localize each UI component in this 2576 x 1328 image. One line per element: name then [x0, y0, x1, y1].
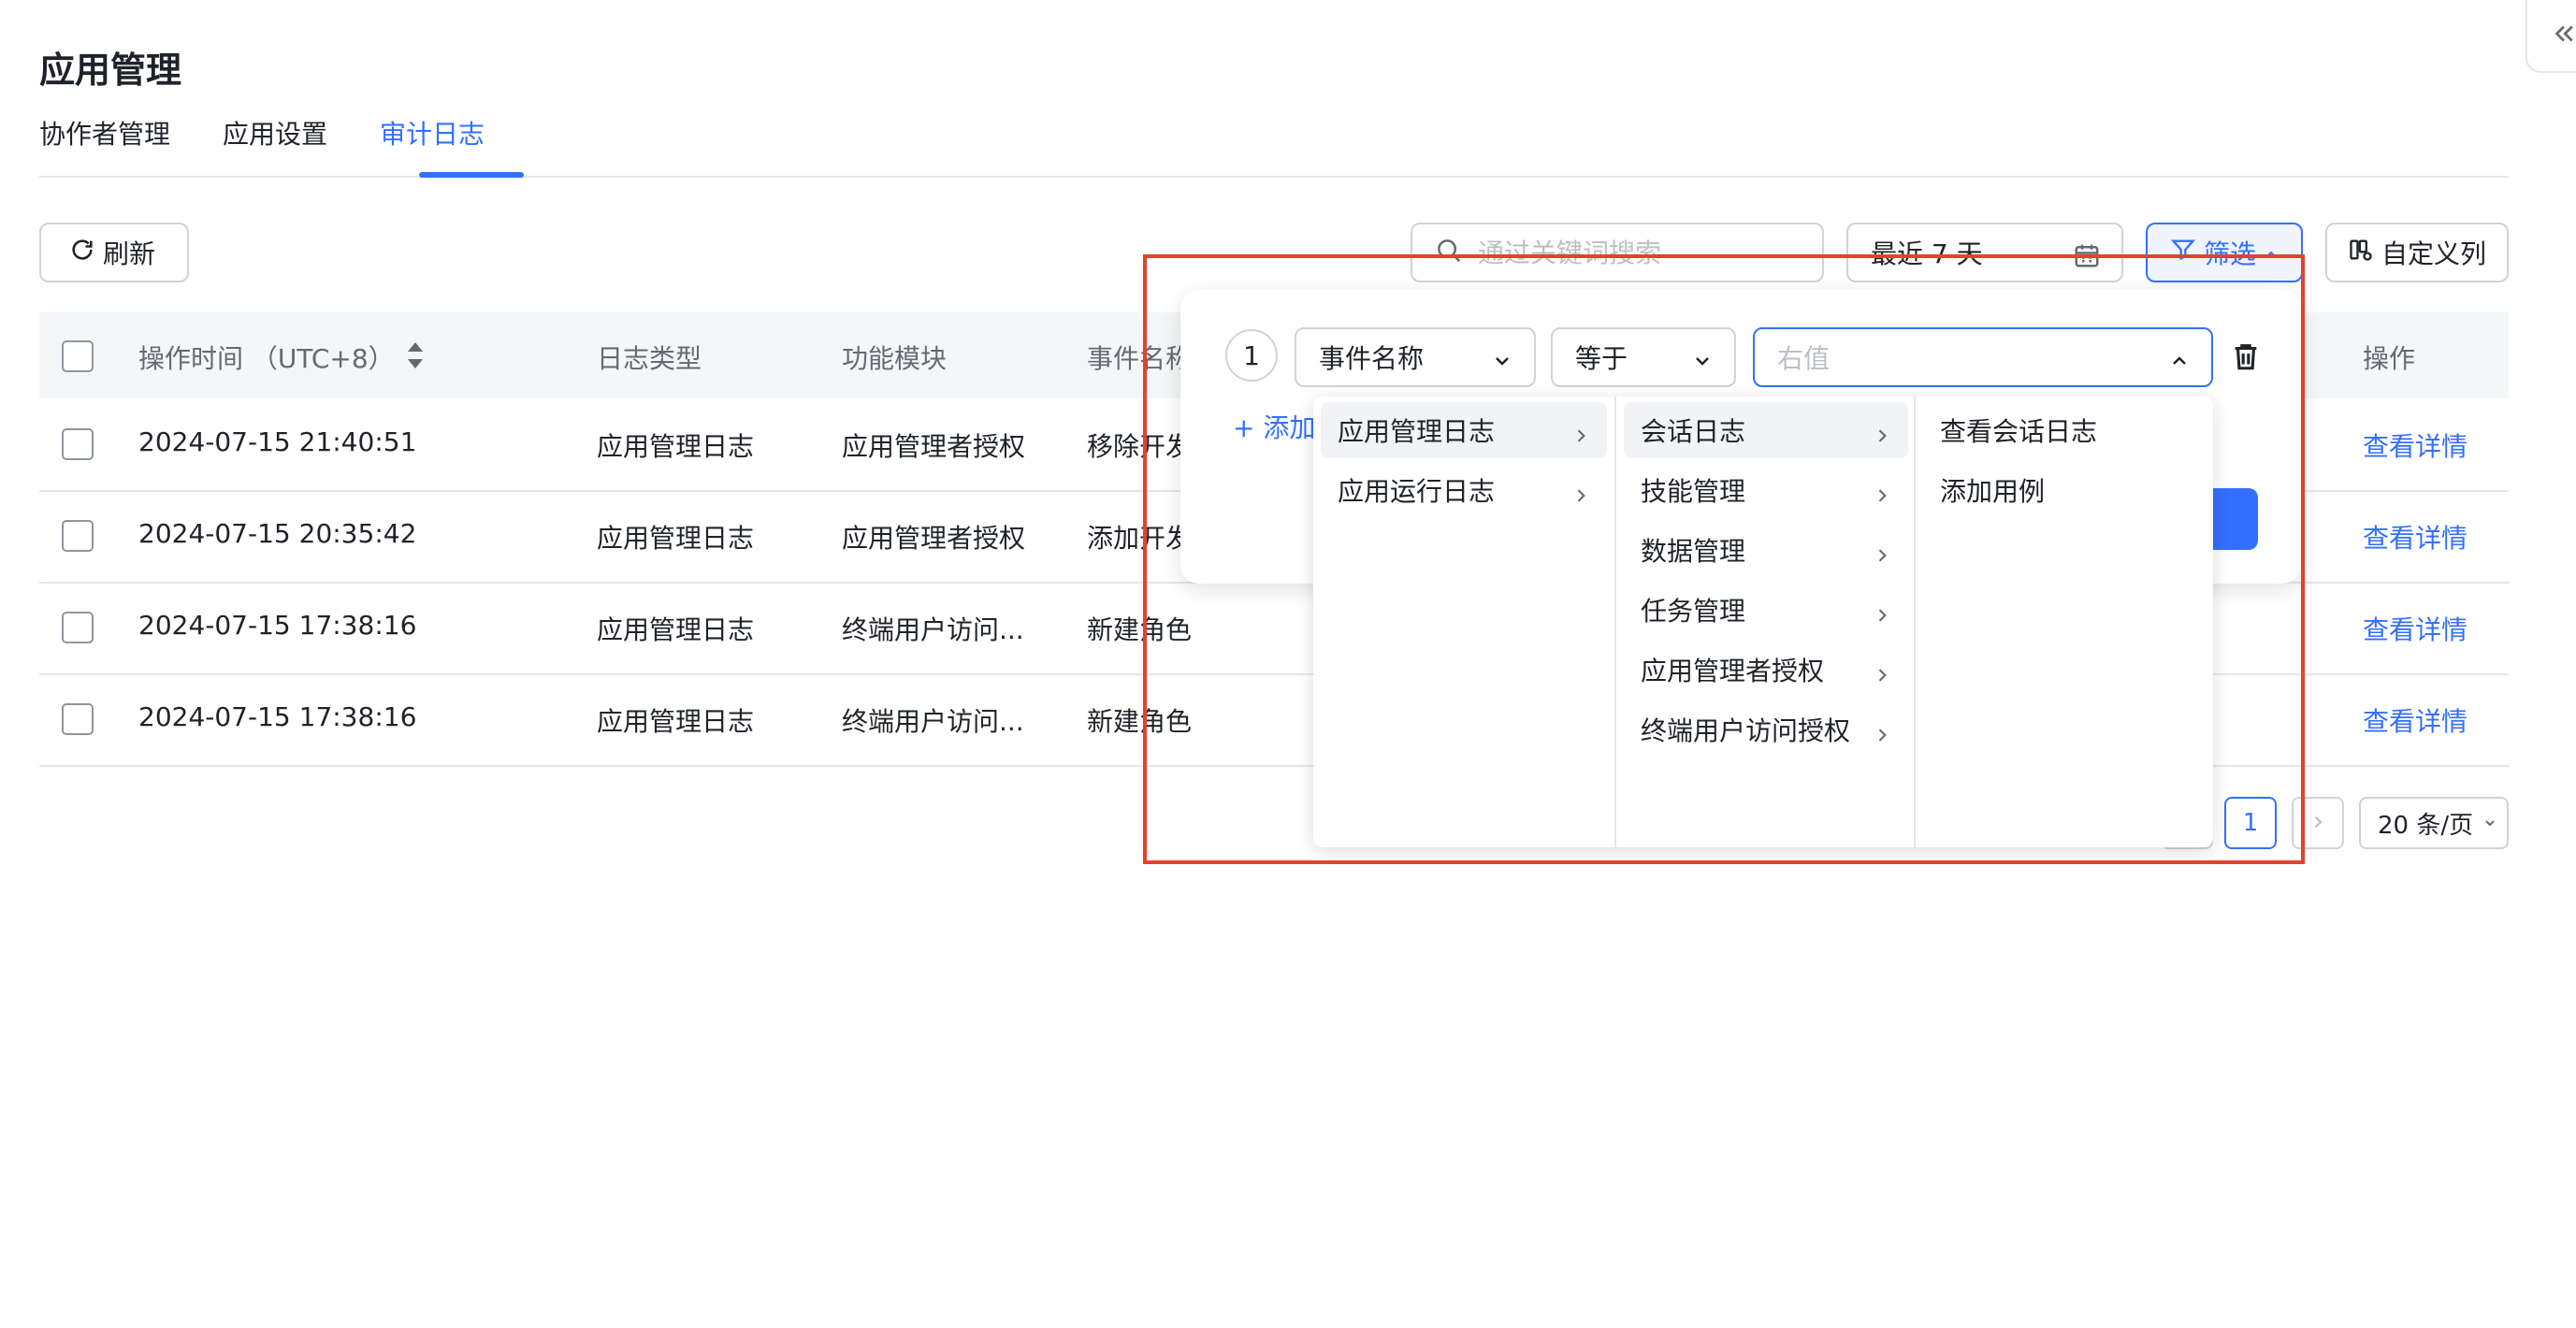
- tab-bar: 协作者管理 应用设置 审计日志: [39, 114, 2509, 178]
- columns-icon: [2348, 237, 2374, 269]
- view-details-link[interactable]: 查看详情: [2363, 701, 2467, 739]
- row-time: 2024-07-15 17:38:16: [138, 701, 417, 732]
- view-details-link[interactable]: 查看详情: [2363, 610, 2467, 647]
- row-log-type: 应用管理日志: [597, 523, 755, 554]
- row-checkbox[interactable]: [62, 520, 94, 552]
- tab-audit-log[interactable]: 审计日志: [380, 114, 485, 152]
- sort-icon[interactable]: [406, 340, 425, 374]
- collapse-sidebar-button[interactable]: [2525, 0, 2576, 73]
- row-module: 应用管理者授权: [842, 431, 1026, 462]
- row-checkbox[interactable]: [62, 703, 94, 735]
- page-title: 应用管理: [39, 50, 182, 91]
- collapse-left-icon: [2550, 20, 2576, 51]
- select-all-checkbox[interactable]: [62, 340, 94, 372]
- refresh-label: 刷新: [103, 238, 156, 269]
- row-time: 2024-07-15 21:40:51: [138, 426, 417, 457]
- row-log-type: 应用管理日志: [597, 431, 755, 462]
- custom-columns-button[interactable]: 自定义列: [2325, 223, 2509, 282]
- row-log-type: 应用管理日志: [597, 706, 755, 737]
- page-size-value: 20 条/页: [2378, 811, 2474, 840]
- column-header-action: 操作: [2363, 343, 2416, 374]
- active-tab-indicator: [419, 172, 524, 178]
- row-checkbox[interactable]: [62, 612, 94, 643]
- tab-collaborators[interactable]: 协作者管理: [39, 114, 170, 152]
- column-header-log-type: 日志类型: [597, 343, 702, 374]
- view-details-link[interactable]: 查看详情: [2363, 518, 2467, 556]
- tab-app-settings[interactable]: 应用设置: [223, 114, 327, 152]
- row-module: 终端用户访问...: [842, 614, 1024, 645]
- row-time: 2024-07-15 17:38:16: [138, 610, 417, 641]
- row-module: 终端用户访问...: [842, 706, 1024, 737]
- custom-columns-label: 自定义列: [2381, 238, 2487, 269]
- chevron-right-icon: [2309, 809, 2326, 837]
- row-log-type: 应用管理日志: [597, 614, 755, 645]
- view-details-link[interactable]: 查看详情: [2363, 426, 2467, 464]
- chevron-down-icon: [2482, 809, 2497, 837]
- refresh-button[interactable]: 刷新: [39, 223, 189, 282]
- refresh-icon: [69, 237, 95, 269]
- column-header-time: 操作时间 （UTC+8）: [138, 343, 395, 374]
- row-module: 应用管理者授权: [842, 523, 1026, 554]
- page-size-select[interactable]: 20 条/页: [2359, 797, 2509, 849]
- highlight-annotation-box: [1143, 254, 2305, 864]
- row-time: 2024-07-15 20:35:42: [138, 518, 417, 549]
- column-header-module: 功能模块: [842, 343, 948, 374]
- row-checkbox[interactable]: [62, 428, 94, 460]
